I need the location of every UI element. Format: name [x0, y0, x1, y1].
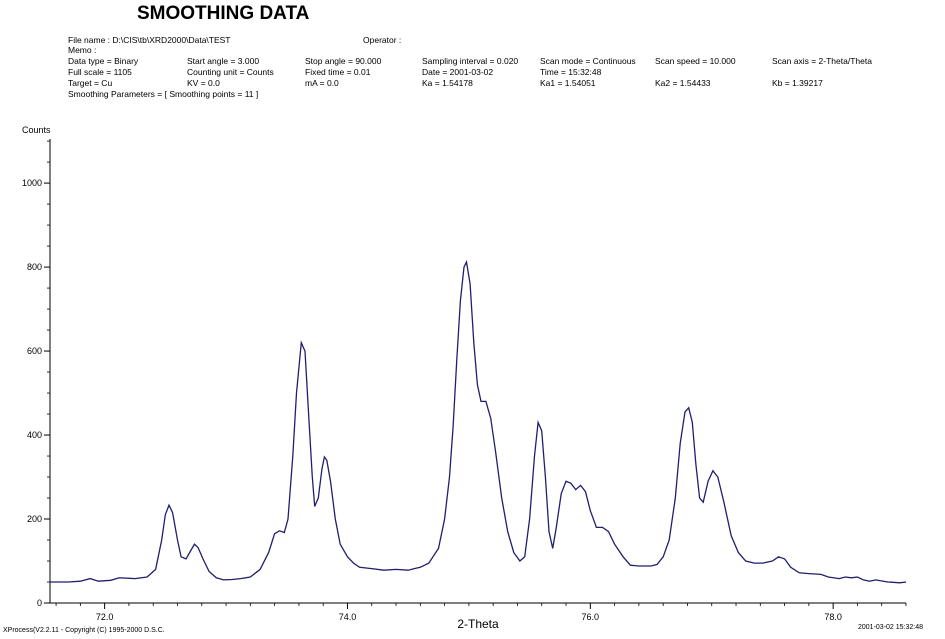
x-axis-title: 2-Theta: [457, 617, 499, 631]
x-tick-label: 72.0: [96, 612, 114, 622]
y-axis-ticks: 0 200 400 600 800 1000: [22, 140, 50, 608]
footer-timestamp: 2001-03-02 15:32:48: [858, 624, 923, 631]
y-axis-title: Counts: [22, 125, 51, 135]
y-tick-label: 400: [27, 430, 42, 440]
y-tick-label: 200: [27, 514, 42, 524]
x-tick-label: 78.0: [824, 612, 842, 622]
y-tick-label: 0: [37, 598, 42, 608]
footer-copyright: XProcess(V2.2.11 - Copyright (C) 1995-20…: [3, 627, 165, 634]
y-tick-label: 600: [27, 346, 42, 356]
xrd-chart: Counts 2-Theta 0 200 400 600 800 1000 72.0 74.…: [22, 125, 907, 631]
x-tick-label: 76.0: [582, 612, 600, 622]
y-tick-label: 800: [27, 262, 42, 272]
x-tick-label: 74.0: [339, 612, 357, 622]
series-line: [50, 259, 907, 584]
y-tick-label: 1000: [22, 178, 42, 188]
